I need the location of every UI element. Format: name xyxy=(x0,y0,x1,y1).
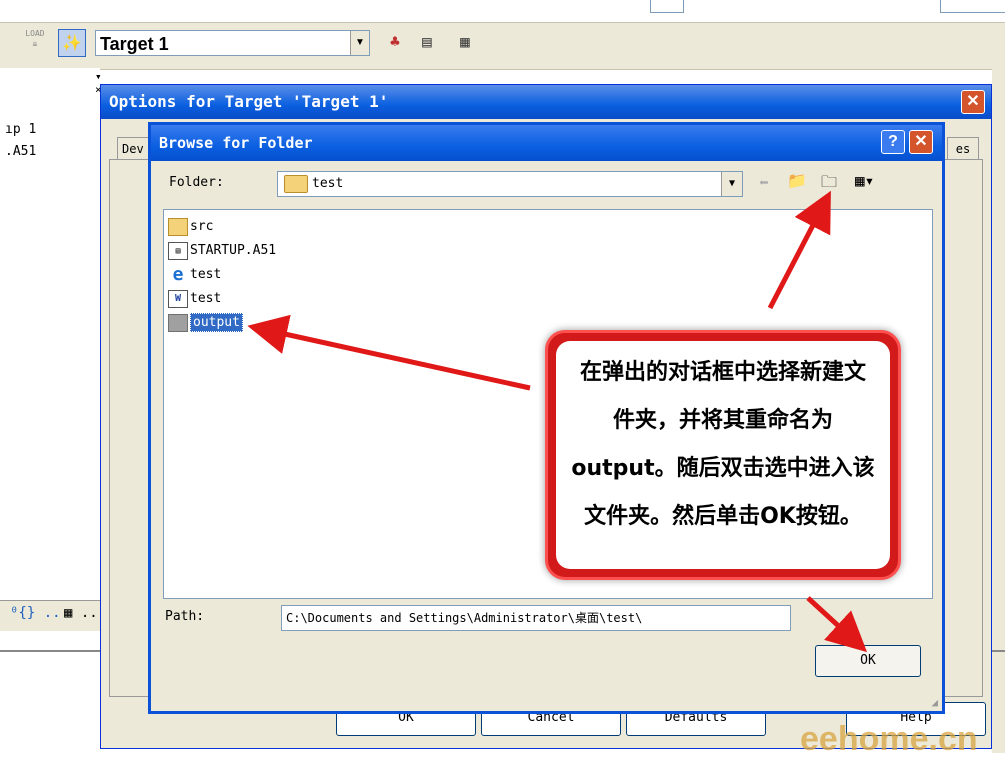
watermark: eehome.cn xyxy=(800,720,978,758)
arrow-to-new-folder xyxy=(767,190,831,310)
annotation-callout: 在弹出的对话框中选择新建文件夹，并将其重命名为output。随后双击选中进入该文… xyxy=(545,330,901,580)
arrow-to-output xyxy=(247,314,531,391)
arrow-to-ok xyxy=(806,596,868,653)
callout-text: 在弹出的对话框中选择新建文件夹，并将其重命名为output。随后双击选中进入该文… xyxy=(556,341,890,569)
